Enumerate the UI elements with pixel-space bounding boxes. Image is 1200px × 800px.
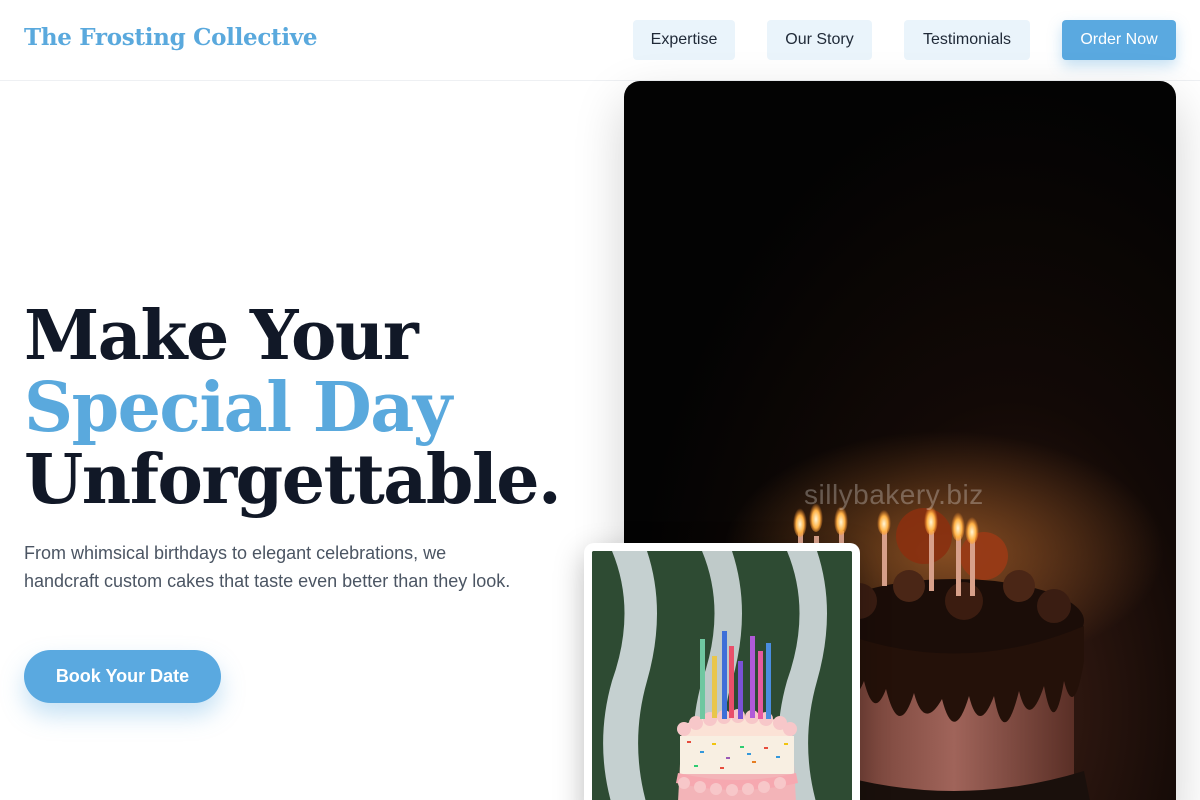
hero-title-line1: Make Your: [24, 296, 419, 376]
nav-our-story-button[interactable]: Our Story: [767, 20, 872, 60]
nav-testimonials-button[interactable]: Testimonials: [904, 20, 1030, 60]
order-now-button[interactable]: Order Now: [1062, 20, 1176, 60]
site-header: The Frosting Collective Expertise Our St…: [0, 0, 1200, 81]
nav-expertise-button[interactable]: Expertise: [633, 20, 735, 60]
book-your-date-button[interactable]: Book Your Date: [24, 650, 221, 703]
hero-description: From whimsical birthdays to elegant cele…: [24, 543, 511, 591]
brand-logo[interactable]: The Frosting Collective: [24, 24, 318, 51]
sprinkle-cake-photo: [592, 551, 852, 800]
hero-title: Make Your Special Day Unforgettable.: [24, 296, 562, 520]
hero-title-accent: Special Day: [24, 368, 452, 448]
hero-title-line3: Unforgettable.: [24, 440, 562, 520]
sprinkle-cake-illustration: [592, 551, 852, 800]
photo-watermark: sillybakery.biz: [804, 479, 984, 510]
small-photo-card: [584, 543, 860, 800]
